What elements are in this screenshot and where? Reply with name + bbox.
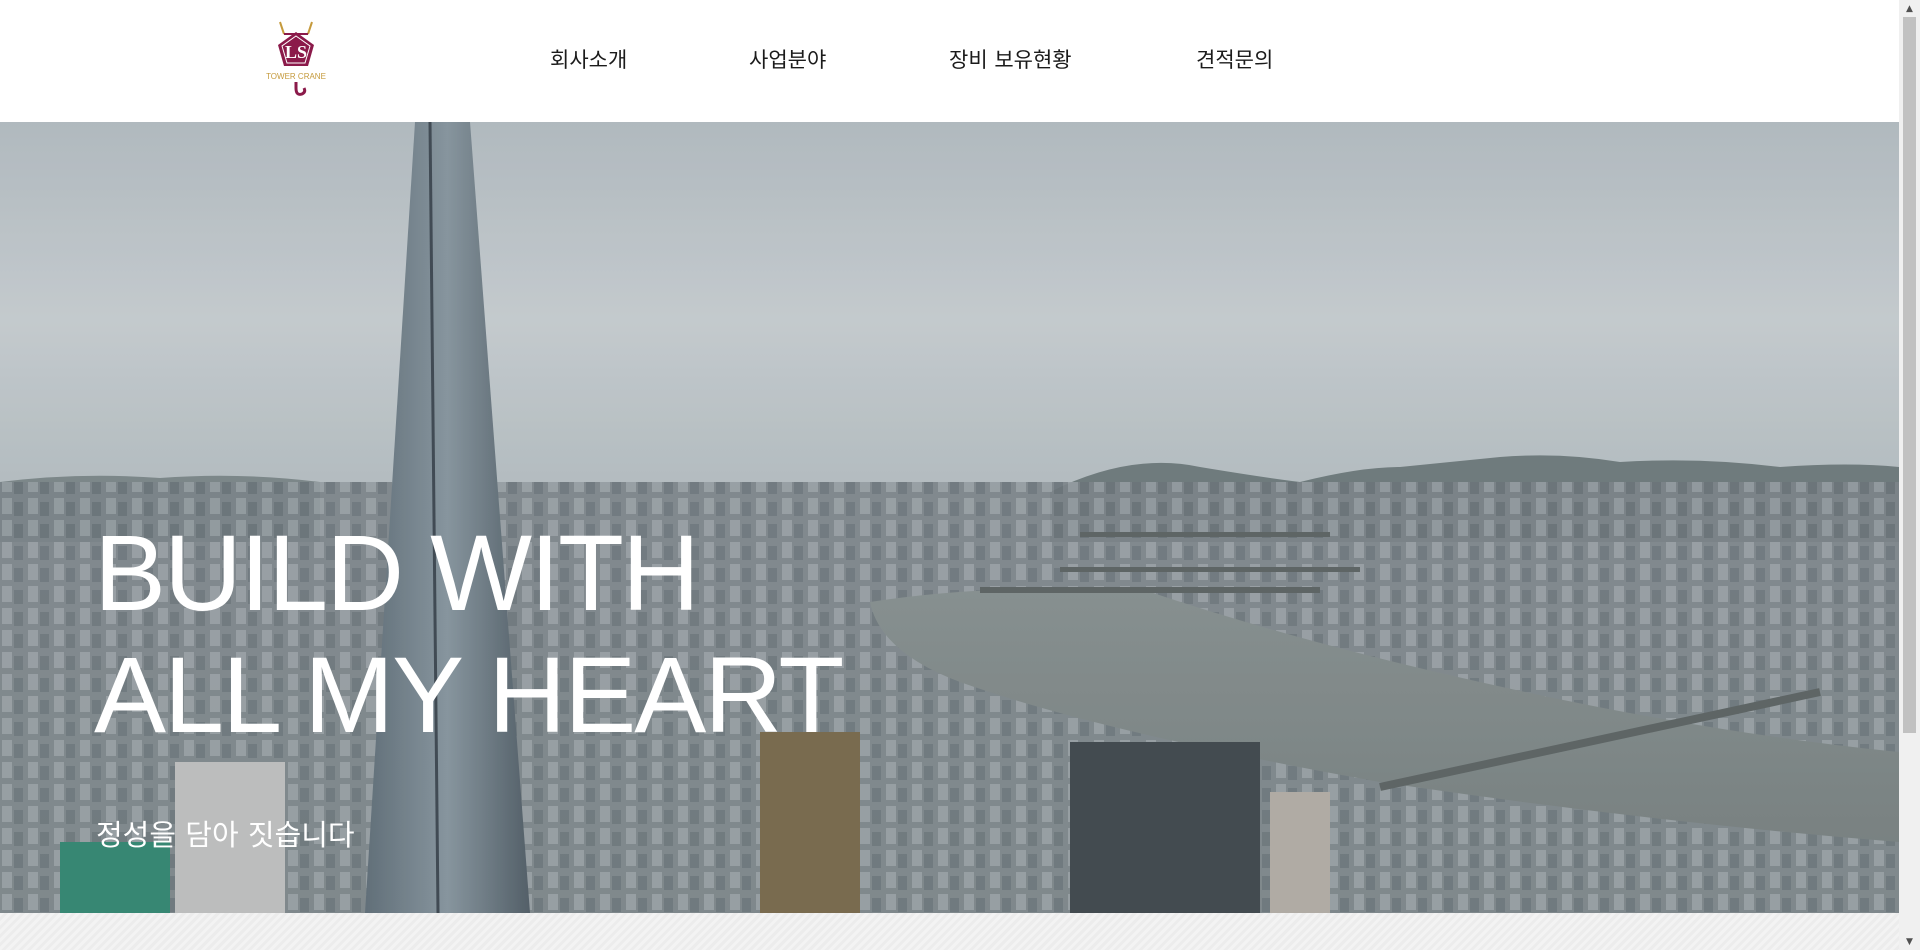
logo-caption: TOWER CRANE — [266, 72, 326, 81]
nav-item-quote[interactable]: 견적문의 — [1196, 44, 1273, 74]
logo-letters: LS — [285, 42, 307, 62]
page-scrollbar[interactable]: ▲ ▼ — [1899, 0, 1920, 950]
triangle-up-icon[interactable]: ▲ — [1899, 0, 1920, 17]
hero-title: BUILD WITH ALL MY HEART — [94, 512, 844, 756]
site-header: LS TOWER CRANE 회사소개 사업분야 장비 보유현황 견적문의 — [0, 0, 1899, 122]
nav-item-company[interactable]: 회사소개 — [550, 44, 749, 74]
hero-banner: BUILD WITH ALL MY HEART 정성을 담아 짓습니다 — [0, 122, 1899, 913]
hero-title-line1: BUILD WITH — [94, 512, 700, 633]
triangle-down-icon[interactable]: ▼ — [1899, 933, 1920, 950]
nav-item-equipment[interactable]: 장비 보유현황 — [949, 44, 1196, 74]
ls-tower-crane-logo[interactable]: LS TOWER CRANE — [262, 18, 330, 102]
section-divider — [0, 913, 1899, 950]
scrollbar-thumb[interactable] — [1903, 17, 1916, 733]
nav-item-business[interactable]: 사업분야 — [749, 44, 949, 74]
main-nav: 회사소개 사업분야 장비 보유현황 견적문의 — [550, 44, 1273, 74]
hero-title-line2: ALL MY HEART — [94, 634, 844, 755]
hero-subtitle: 정성을 담아 짓습니다 — [96, 818, 355, 852]
